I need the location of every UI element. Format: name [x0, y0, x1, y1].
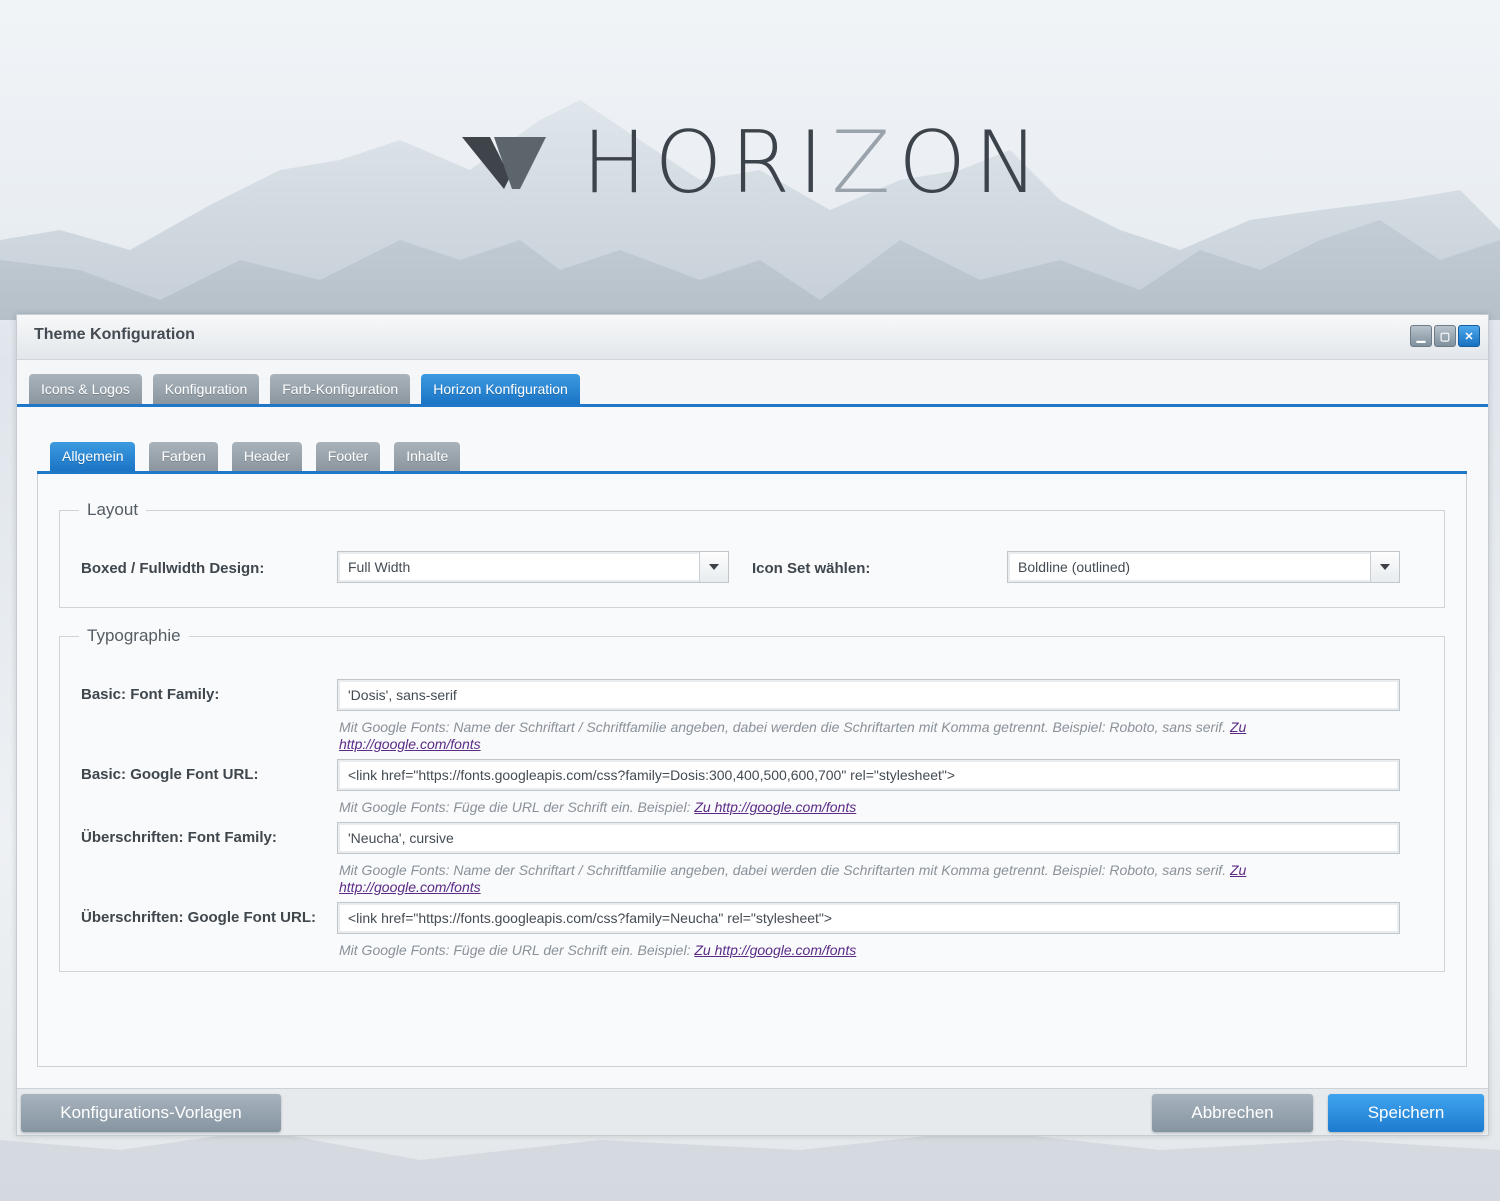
- config-templates-button[interactable]: Konfigurations-Vorlagen: [21, 1094, 281, 1132]
- heading-font-family-label: Überschriften: Font Family:: [81, 829, 277, 846]
- heading-font-url-input[interactable]: <link href="https://fonts.googleapis.com…: [337, 902, 1400, 934]
- chevron-down-icon[interactable]: [1370, 552, 1399, 582]
- heading-font-family-help: Mit Google Fonts: Name der Schriftart / …: [339, 862, 1247, 895]
- tab-konfiguration[interactable]: Konfiguration: [152, 374, 260, 404]
- sub-tabs: Allgemein Farben Header Footer Inhalte: [50, 442, 461, 471]
- google-fonts-link[interactable]: Zu http://google.com/fonts: [694, 799, 856, 815]
- heading-font-family-input[interactable]: 'Neucha', cursive: [337, 822, 1400, 854]
- heading-font-url-label: Überschriften: Google Font URL:: [81, 909, 316, 926]
- window-controls: ▁ ▢ ✕: [1410, 325, 1480, 347]
- basic-font-url-help: Mit Google Fonts: Füge die URL der Schri…: [339, 799, 857, 815]
- basic-font-family-label: Basic: Font Family:: [81, 686, 220, 703]
- window-titlebar[interactable]: Theme Konfiguration ▁ ▢ ✕: [17, 315, 1488, 360]
- iconset-select[interactable]: Boldline (outlined): [1007, 551, 1400, 583]
- allgemein-panel: Layout Boxed / Fullwidth Design: Full Wi…: [37, 474, 1467, 1067]
- window-footer: Konfigurations-Vorlagen Abbrechen Speich…: [17, 1088, 1488, 1135]
- google-fonts-link[interactable]: http://google.com/fonts: [339, 879, 481, 895]
- horizon-logo: HORIZON: [460, 118, 1046, 208]
- tab-horizon-konfiguration[interactable]: Horizon Konfiguration: [421, 374, 580, 404]
- basic-font-url-label: Basic: Google Font URL:: [81, 766, 259, 783]
- save-button[interactable]: Speichern: [1328, 1094, 1484, 1132]
- subtab-farben[interactable]: Farben: [149, 442, 218, 471]
- subtab-inhalte[interactable]: Inhalte: [394, 442, 461, 471]
- typography-legend: Typographie: [87, 626, 181, 645]
- subtab-header[interactable]: Header: [231, 442, 302, 471]
- minimize-icon[interactable]: ▁: [1410, 325, 1432, 347]
- basic-font-family-input[interactable]: 'Dosis', sans-serif: [337, 679, 1400, 711]
- google-fonts-link[interactable]: Zu: [1230, 719, 1246, 735]
- basic-font-family-help: Mit Google Fonts: Name der Schriftart / …: [339, 719, 1247, 752]
- iconset-label: Icon Set wählen:: [752, 560, 871, 577]
- boxed-design-value: Full Width: [348, 559, 411, 575]
- content-area: Allgemein Farben Header Footer Inhalte L…: [17, 407, 1488, 1089]
- cancel-button[interactable]: Abbrechen: [1152, 1094, 1313, 1132]
- google-fonts-link[interactable]: Zu: [1230, 862, 1246, 878]
- subtab-footer[interactable]: Footer: [315, 442, 381, 471]
- chevron-down-icon[interactable]: [699, 552, 728, 582]
- main-tabs: Icons & Logos Konfiguration Farb-Konfigu…: [29, 374, 580, 404]
- tab-farb-konfiguration[interactable]: Farb-Konfiguration: [270, 374, 411, 404]
- maximize-icon[interactable]: ▢: [1434, 325, 1456, 347]
- boxed-design-label: Boxed / Fullwidth Design:: [81, 560, 265, 577]
- theme-config-window: Theme Konfiguration ▁ ▢ ✕ Icons & Logos …: [16, 314, 1489, 1136]
- boxed-design-select[interactable]: Full Width: [337, 551, 729, 583]
- layout-legend: Layout: [87, 500, 139, 519]
- v-logo-icon: [462, 137, 546, 189]
- subtab-allgemein[interactable]: Allgemein: [50, 442, 136, 471]
- heading-font-url-help: Mit Google Fonts: Füge die URL der Schri…: [339, 942, 857, 958]
- google-fonts-link[interactable]: http://google.com/fonts: [339, 736, 481, 752]
- iconset-value: Boldline (outlined): [1018, 559, 1131, 575]
- google-fonts-link[interactable]: Zu http://google.com/fonts: [694, 942, 856, 958]
- window-title: Theme Konfiguration: [34, 326, 195, 343]
- logo-wordmark: HORIZON: [582, 113, 1047, 213]
- close-icon[interactable]: ✕: [1458, 325, 1480, 347]
- tab-icons-logos[interactable]: Icons & Logos: [29, 374, 142, 404]
- basic-font-url-input[interactable]: <link href="https://fonts.googleapis.com…: [337, 759, 1400, 791]
